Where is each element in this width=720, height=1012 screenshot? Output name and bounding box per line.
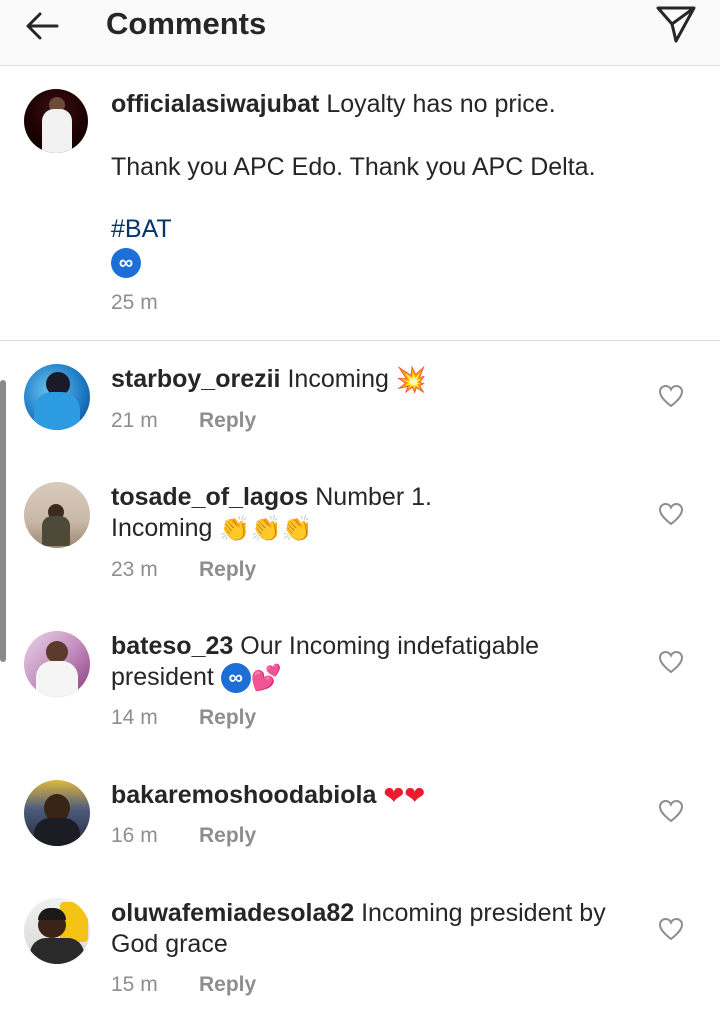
caption-text: Loyalty has no price.	[326, 90, 556, 118]
reply-button[interactable]: Reply	[199, 558, 256, 582]
comment-text-line2: Incoming	[111, 514, 213, 542]
reply-button[interactable]: Reply	[199, 706, 256, 730]
reply-button[interactable]: Reply	[199, 973, 256, 997]
avatar[interactable]	[24, 364, 90, 430]
comment-timestamp: 16 m	[111, 824, 158, 847]
collision-emoji-icon: 💥	[395, 366, 428, 395]
caption-timestamp: 25 m	[111, 291, 158, 314]
post-caption: officialasiwajubat Loyalty has no price.…	[0, 67, 720, 341]
avatar[interactable]	[24, 482, 90, 548]
comment-text: Our Incoming indefatigable	[240, 632, 540, 660]
comment-timestamp: 15 m	[111, 973, 158, 996]
comment-timestamp: 23 m	[111, 558, 158, 581]
heart-icon[interactable]	[658, 502, 684, 526]
caption-username[interactable]: officialasiwajubat	[111, 90, 319, 118]
infinity-emoji-icon: ∞	[220, 663, 251, 694]
two-hearts-emoji-icon: 💕	[250, 664, 282, 693]
comment-timestamp: 14 m	[111, 706, 158, 729]
infinity-emoji-icon: ∞	[111, 248, 141, 279]
hashtag-link[interactable]: #BAT	[111, 214, 671, 245]
top-bar: Comments	[0, 0, 720, 66]
share-button[interactable]	[652, 2, 700, 46]
page-title: Comments	[106, 6, 267, 41]
comment-username[interactable]: tosade_of_lagos	[111, 483, 308, 511]
avatar[interactable]	[24, 89, 88, 153]
comment-text: Incoming president by	[361, 899, 606, 927]
comment-username[interactable]: oluwafemiadesola82	[111, 899, 354, 927]
avatar[interactable]	[24, 780, 90, 846]
red-hearts-emoji-icon: ❤❤	[383, 782, 426, 811]
comment-username[interactable]: bakaremoshoodabiola	[111, 781, 376, 809]
comment-text: Incoming	[287, 365, 389, 393]
comment-text-line2: God grace	[111, 930, 228, 958]
avatar[interactable]	[24, 898, 90, 964]
reply-button[interactable]: Reply	[199, 409, 256, 433]
comment-text: Number 1.	[315, 483, 432, 511]
paper-plane-icon	[656, 6, 696, 43]
heart-icon[interactable]	[658, 650, 684, 674]
caption-text-line2: Thank you APC Edo. Thank you APC Delta.	[111, 153, 596, 181]
avatar[interactable]	[24, 631, 90, 697]
heart-icon[interactable]	[658, 799, 684, 823]
reply-button[interactable]: Reply	[199, 824, 256, 848]
comment-text-line2: president	[111, 663, 214, 691]
heart-icon[interactable]	[658, 917, 684, 941]
arrow-left-icon	[26, 12, 59, 40]
clapping-hands-emoji-icon: 👏👏👏	[219, 515, 313, 544]
scrollbar[interactable]	[0, 380, 6, 662]
comment-username[interactable]: starboy_orezii	[111, 365, 281, 393]
back-button[interactable]	[22, 6, 62, 46]
comment-timestamp: 21 m	[111, 409, 158, 432]
comment-username[interactable]: bateso_23	[111, 632, 233, 660]
heart-icon[interactable]	[658, 384, 684, 408]
